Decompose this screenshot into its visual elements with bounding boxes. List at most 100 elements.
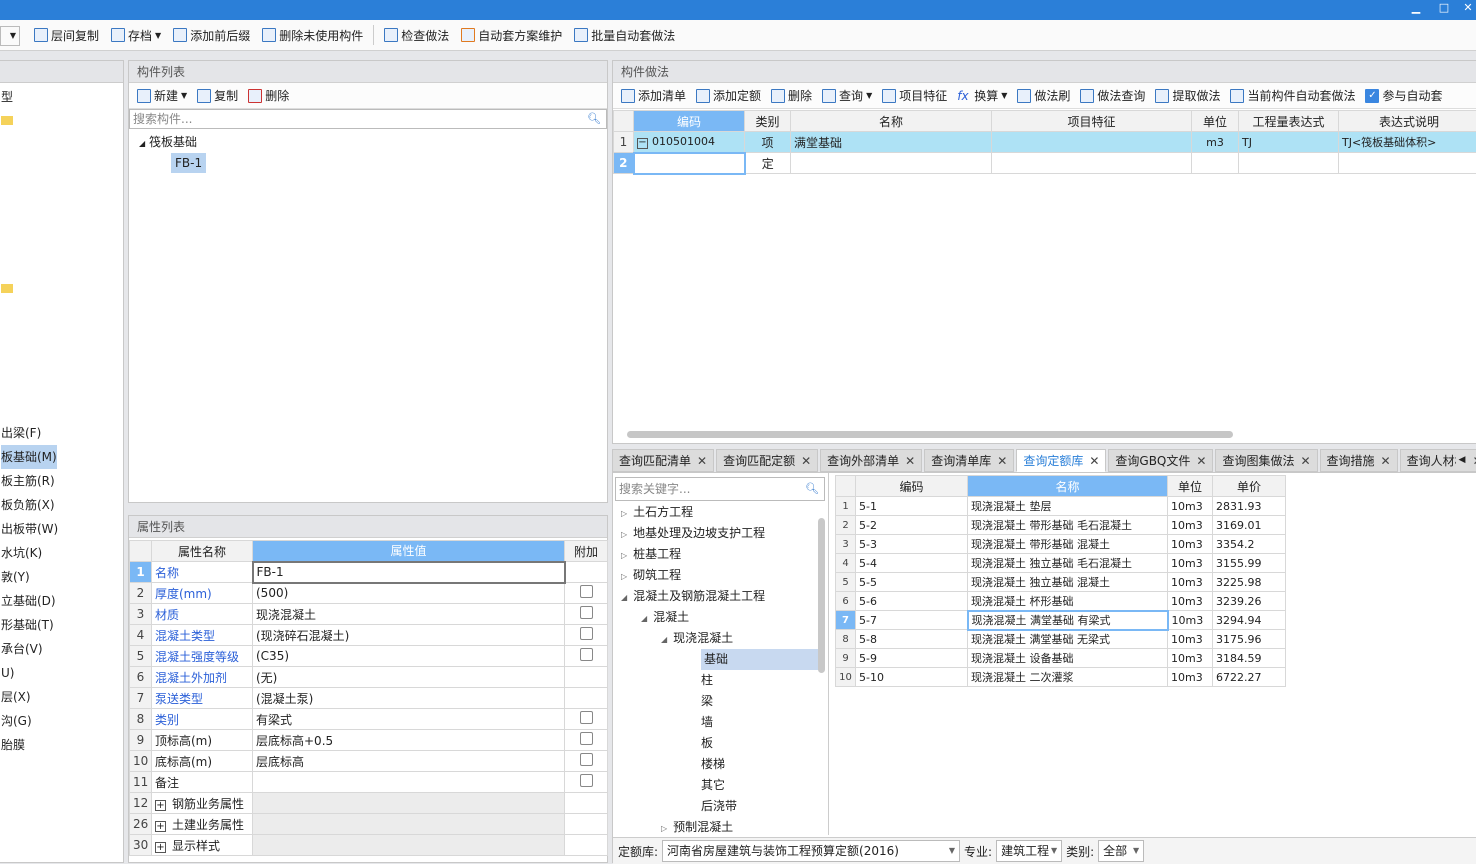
code-cell[interactable]: −010501004 <box>634 132 745 153</box>
component-type-item[interactable]: 形基础(T) <box>1 613 121 637</box>
column-header[interactable]: 单位 <box>1192 111 1239 132</box>
price-cell[interactable]: 3184.59 <box>1213 649 1286 668</box>
name-cell[interactable]: 现浇混凝土 设备基础 <box>968 649 1168 668</box>
close-button[interactable]: ✕ <box>1460 1 1476 14</box>
add-prefix-suffix-button[interactable]: 添加前后缀 <box>169 25 254 46</box>
feature-cell[interactable] <box>992 132 1192 153</box>
price-cell[interactable]: 3175.96 <box>1213 630 1286 649</box>
collapsed-arrow-icon[interactable]: ▷ <box>621 551 627 560</box>
component-type-item[interactable]: 出梁(F) <box>1 421 121 445</box>
property-row[interactable]: 7泵送类型(混凝土泵) <box>130 688 608 709</box>
name-cell[interactable]: 现浇混凝土 带形基础 混凝土 <box>968 535 1168 554</box>
column-header[interactable]: 类别 <box>745 111 791 132</box>
quota-row[interactable]: 95-9现浇混凝土 设备基础10m33184.59 <box>836 649 1286 668</box>
feature-cell[interactable] <box>992 153 1192 174</box>
price-cell[interactable]: 2831.93 <box>1213 497 1286 516</box>
column-header[interactable]: 编码 <box>856 476 968 497</box>
quota-tree-node[interactable]: ▷地基处理及边坡支护工程 <box>621 523 821 544</box>
code-cell[interactable]: 5-8 <box>856 630 968 649</box>
collapsed-arrow-icon[interactable]: ▷ <box>621 572 627 581</box>
quota-row[interactable]: 15-1现浇混凝土 垫层10m32831.93 <box>836 497 1286 516</box>
desc-cell[interactable] <box>1339 153 1476 174</box>
tab-query-2[interactable]: 查询外部清单✕ <box>820 449 922 472</box>
check-method-button[interactable]: 检查做法 <box>380 25 453 46</box>
attach-checkbox[interactable] <box>580 585 593 598</box>
property-row[interactable]: 4混凝土类型(现浇碎石混凝土) <box>130 625 608 646</box>
unit-cell[interactable]: 10m3 <box>1168 668 1213 687</box>
unit-cell[interactable] <box>1192 153 1239 174</box>
unit-cell[interactable]: 10m3 <box>1168 573 1213 592</box>
method-button-add-quota[interactable]: 添加定额 <box>692 85 765 106</box>
attach-checkbox[interactable] <box>580 732 593 745</box>
expr-cell[interactable] <box>1239 153 1339 174</box>
expanded-arrow-icon[interactable]: ◢ <box>621 593 627 602</box>
property-value[interactable]: (混凝土泵) <box>253 688 565 709</box>
column-header[interactable]: 名称 <box>968 476 1168 497</box>
name-cell[interactable]: 现浇混凝土 独立基础 混凝土 <box>968 573 1168 592</box>
attach-checkbox[interactable] <box>580 711 593 724</box>
unit-cell[interactable]: 10m3 <box>1168 497 1213 516</box>
component-type-item[interactable]: 水坑(K) <box>1 541 121 565</box>
property-value[interactable]: (现浇碎石混凝土) <box>253 625 565 646</box>
tab-query-6[interactable]: 查询图集做法✕ <box>1215 449 1317 472</box>
attach-checkbox[interactable] <box>580 753 593 766</box>
unit-cell[interactable]: 10m3 <box>1168 649 1213 668</box>
component-type-item[interactable]: U) <box>1 661 121 685</box>
quota-library-select[interactable]: 河南省房屋建筑与装饰工程预算定额(2016)▼ <box>662 840 960 862</box>
quota-row[interactable]: 105-10现浇混凝土 二次灌浆10m36722.27 <box>836 668 1286 687</box>
quota-row[interactable]: 85-8现浇混凝土 满堂基础 无梁式10m33175.96 <box>836 630 1286 649</box>
code-cell[interactable]: 5-4 <box>856 554 968 573</box>
new-button[interactable]: 新建▼ <box>133 85 191 106</box>
name-cell[interactable]: 现浇混凝土 带形基础 毛石混凝土 <box>968 516 1168 535</box>
tree-node-raft-foundation[interactable]: ◢ 筏板基础 <box>139 132 607 153</box>
quota-tree-node[interactable]: 后浇带 <box>621 796 821 817</box>
attach-checkbox[interactable] <box>580 774 593 787</box>
component-type-item[interactable]: 胎膜 <box>1 733 121 757</box>
expanded-arrow-icon[interactable]: ◢ <box>661 635 667 644</box>
price-cell[interactable]: 3239.26 <box>1213 592 1286 611</box>
price-cell[interactable]: 3294.94 <box>1213 611 1286 630</box>
quota-tree-node[interactable]: ◢现浇混凝土 <box>621 628 821 649</box>
tab-query-4[interactable]: 查询定额库✕ <box>1016 449 1106 472</box>
expand-icon[interactable]: + <box>155 800 166 811</box>
code-cell[interactable]: 5-6 <box>856 592 968 611</box>
category-select[interactable]: 全部▼ <box>1098 840 1144 862</box>
price-cell[interactable]: 3354.2 <box>1213 535 1286 554</box>
attach-checkbox[interactable] <box>580 627 593 640</box>
quota-row[interactable]: 65-6现浇混凝土 杯形基础10m33239.26 <box>836 592 1286 611</box>
quota-row[interactable]: 25-2现浇混凝土 带形基础 毛石混凝土10m33169.01 <box>836 516 1286 535</box>
close-tab-icon[interactable]: ✕ <box>1473 454 1476 468</box>
collapsed-arrow-icon[interactable]: ▷ <box>661 824 667 833</box>
component-type-item[interactable]: 层(X) <box>1 685 121 709</box>
property-value[interactable]: 现浇混凝土 <box>253 604 565 625</box>
close-tab-icon[interactable]: ✕ <box>1196 454 1206 468</box>
component-type-item[interactable]: 板负筋(X) <box>1 493 121 517</box>
property-value[interactable]: FB-1 <box>253 562 565 583</box>
column-header[interactable]: 名称 <box>791 111 992 132</box>
unit-cell[interactable]: 10m3 <box>1168 592 1213 611</box>
keyword-search-input[interactable]: 搜索关键字...🔍︎ <box>615 477 825 501</box>
property-value[interactable]: (500) <box>253 583 565 604</box>
quota-tree-node[interactable]: 柱 <box>621 670 821 691</box>
tab-scroll-left[interactable]: ◀ <box>1456 450 1468 470</box>
name-cell[interactable]: 现浇混凝土 满堂基础 有梁式 <box>968 611 1168 630</box>
close-tab-icon[interactable]: ✕ <box>1381 454 1391 468</box>
method-button-checkbox[interactable]: ✓参与自动套 <box>1361 85 1446 106</box>
quota-tree-node[interactable]: 其它 <box>621 775 821 796</box>
code-cell[interactable]: 5-10 <box>856 668 968 687</box>
expanded-arrow-icon[interactable]: ◢ <box>641 614 647 623</box>
archive-button[interactable]: 存档▼ <box>107 25 165 46</box>
expand-icon[interactable]: + <box>155 842 166 853</box>
method-button-brush[interactable]: 做法刷 <box>1013 85 1074 106</box>
desc-cell[interactable]: TJ<筏板基础体积> <box>1339 132 1476 153</box>
component-type-item[interactable]: 承台(V) <box>1 637 121 661</box>
unit-cell[interactable]: 10m3 <box>1168 516 1213 535</box>
unit-cell[interactable]: 10m3 <box>1168 630 1213 649</box>
quota-row[interactable]: 35-3现浇混凝土 带形基础 混凝土10m33354.2 <box>836 535 1286 554</box>
name-cell[interactable]: 现浇混凝土 垫层 <box>968 497 1168 516</box>
unit-cell[interactable]: 10m3 <box>1168 535 1213 554</box>
quota-tree-node[interactable]: ▷砌筑工程 <box>621 565 821 586</box>
major-select[interactable]: 建筑工程▼ <box>996 840 1062 862</box>
column-header[interactable]: 表达式说明 <box>1339 111 1476 132</box>
minimize-button[interactable]: ▁ <box>1408 1 1424 14</box>
